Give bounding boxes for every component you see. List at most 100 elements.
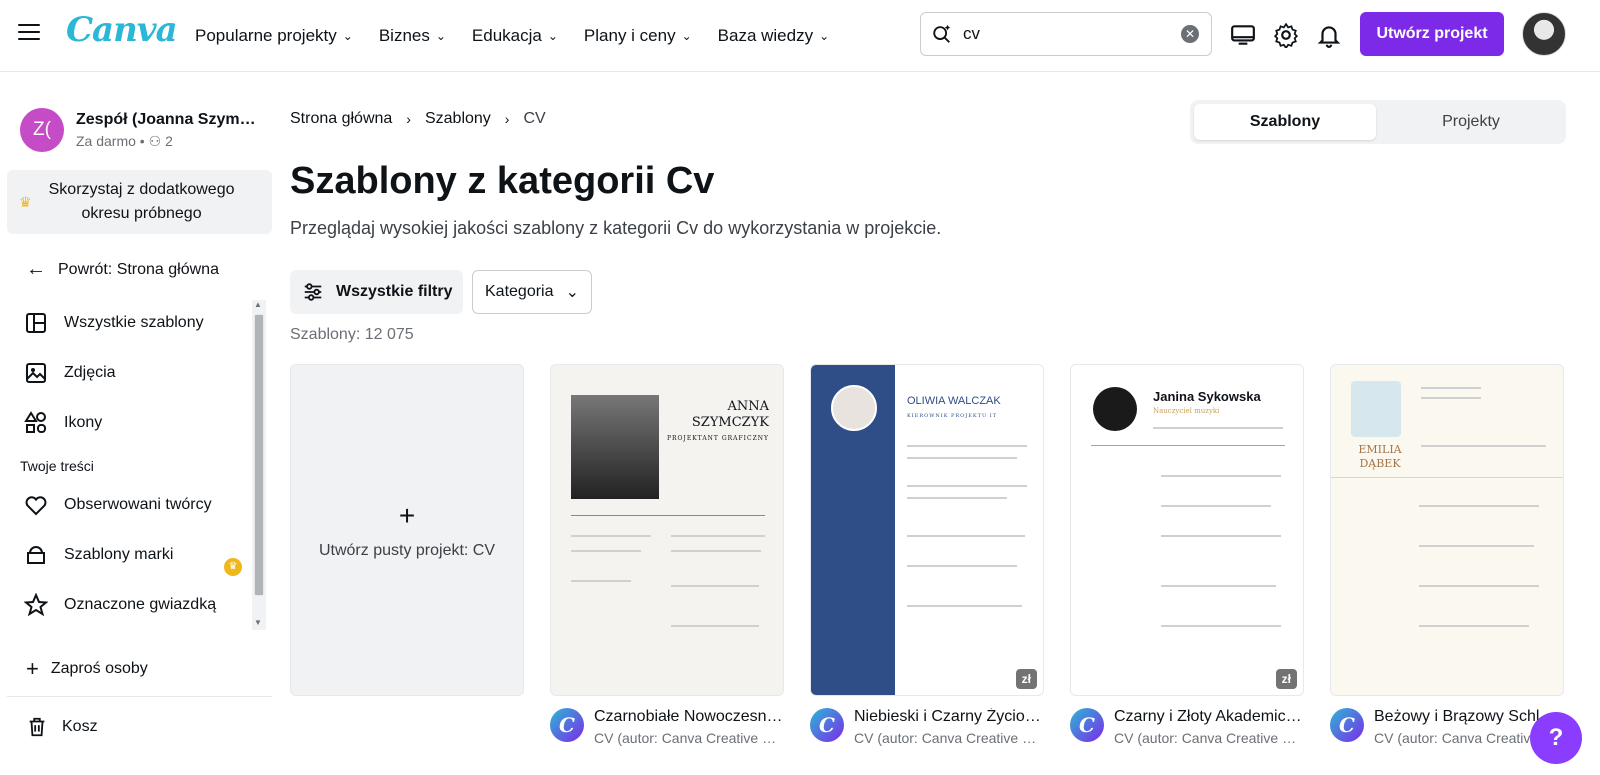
photo-placeholder bbox=[831, 385, 877, 431]
template-thumbnail[interactable]: OLIWIA WALCZAK KIEROWNIK PROJEKTU IT zł bbox=[810, 364, 1044, 696]
template-count: Szablony: 12 075 bbox=[290, 326, 414, 343]
canva-creator-avatar: C bbox=[550, 708, 584, 742]
breadcrumb-home[interactable]: Strona główna bbox=[290, 110, 392, 128]
search-box: ✕ bbox=[920, 12, 1212, 56]
nav-education[interactable]: Edukacja ⌄ bbox=[472, 26, 558, 46]
nav-popular-projects[interactable]: Popularne projekty ⌄ bbox=[195, 26, 353, 46]
sidebar-scrollbar[interactable]: ▲ ▼ bbox=[252, 300, 266, 630]
sidebar-divider bbox=[7, 696, 272, 697]
all-filters-button[interactable]: Wszystkie filtry bbox=[290, 270, 463, 314]
nav-knowledge-base[interactable]: Baza wiedzy ⌄ bbox=[718, 26, 830, 46]
premium-crown-icon: ♛ bbox=[224, 558, 242, 576]
arrow-left-icon: ← bbox=[26, 258, 46, 280]
plus-icon: + bbox=[398, 500, 416, 531]
template-card[interactable]: Janina Sykowska Nauczyciel muzyki zł C C… bbox=[1070, 364, 1304, 746]
sidebar: Z( Zespół (Joanna Szymańska) Za darmo • … bbox=[0, 72, 272, 775]
template-card[interactable]: ANNA SZYMCZYK PROJEKTANT GRAFICZNY C Cza… bbox=[550, 364, 784, 746]
bell-icon[interactable] bbox=[1316, 22, 1342, 48]
sidebar-item-all-templates[interactable]: Wszystkie szablony bbox=[20, 298, 250, 348]
people-icon: ⚇ bbox=[148, 132, 162, 149]
chevron-down-icon: ⌄ bbox=[681, 29, 692, 43]
category-dropdown[interactable]: Kategoria ⌄ bbox=[472, 270, 592, 314]
back-to-home-link[interactable]: ← Powrót: Strona główna bbox=[26, 258, 219, 281]
view-switcher: Szablony Projekty bbox=[1190, 100, 1566, 144]
template-author[interactable]: CV (autor: Canva Creative Studio) bbox=[854, 730, 1044, 746]
photo-placeholder bbox=[1351, 381, 1401, 437]
nav-business[interactable]: Biznes ⌄ bbox=[379, 26, 446, 46]
scroll-down-icon[interactable]: ▼ bbox=[254, 618, 262, 627]
template-card[interactable]: EMILIA DĄBEK C Beżowy i Brązowy Schludny… bbox=[1330, 364, 1564, 746]
sidebar-item-followed-creators[interactable]: Obserwowani twórcy bbox=[20, 480, 250, 530]
empty-project-card[interactable]: + Utwórz pusty projekt: CV bbox=[290, 364, 524, 696]
chevron-down-icon: ⌄ bbox=[547, 29, 558, 43]
nav-plans-pricing[interactable]: Plany i ceny ⌄ bbox=[584, 26, 692, 46]
crown-icon: ♛ bbox=[19, 193, 32, 210]
desktop-app-icon[interactable] bbox=[1230, 22, 1256, 48]
page-title: Szablony z kategorii Cv bbox=[290, 160, 715, 202]
image-icon bbox=[26, 363, 46, 383]
photo-placeholder bbox=[571, 395, 659, 499]
your-content-heading: Twoje treści bbox=[20, 458, 94, 474]
star-icon bbox=[24, 593, 48, 617]
clear-search-icon[interactable]: ✕ bbox=[1181, 25, 1199, 43]
scrollbar-thumb[interactable] bbox=[254, 314, 264, 596]
scroll-up-icon[interactable]: ▲ bbox=[254, 300, 262, 309]
tab-projects[interactable]: Projekty bbox=[1380, 104, 1562, 140]
canva-creator-avatar: C bbox=[1070, 708, 1104, 742]
magic-search-icon bbox=[933, 24, 951, 43]
template-thumbnail[interactable]: ANNA SZYMCZYK PROJEKTANT GRAFICZNY bbox=[550, 364, 784, 696]
template-title[interactable]: Czarnobiałe Nowoczesne CV bbox=[594, 708, 784, 726]
brand-kit-icon bbox=[27, 546, 45, 564]
canva-creator-avatar: C bbox=[1330, 708, 1364, 742]
canva-logo[interactable]: Canva bbox=[66, 10, 178, 50]
template-thumbnail[interactable]: EMILIA DĄBEK bbox=[1330, 364, 1564, 696]
chevron-down-icon: ⌄ bbox=[819, 29, 830, 43]
template-title[interactable]: Niebieski i Czarny Życiorys bbox=[854, 708, 1044, 726]
gear-icon[interactable] bbox=[1273, 22, 1299, 48]
canva-creator-avatar: C bbox=[810, 708, 844, 742]
help-button[interactable]: ? bbox=[1530, 712, 1582, 764]
template-thumbnail[interactable]: Janina Sykowska Nauczyciel muzyki zł bbox=[1070, 364, 1304, 696]
team-name: Zespół (Joanna Szymańska) bbox=[76, 110, 256, 128]
chevron-down-icon: ⌄ bbox=[435, 29, 446, 43]
heart-icon bbox=[25, 496, 47, 516]
breadcrumb: Strona główna › Szablony › CV bbox=[290, 110, 546, 128]
chevron-right-icon: › bbox=[406, 111, 411, 127]
trash-link[interactable]: Kosz bbox=[26, 716, 98, 738]
plus-icon: + bbox=[26, 656, 39, 681]
sidebar-item-brand-templates[interactable]: Szablony marki bbox=[20, 530, 250, 580]
sidebar-item-icons[interactable]: Ikony bbox=[20, 398, 250, 448]
chevron-down-icon: ⌄ bbox=[565, 284, 579, 301]
team-switcher[interactable]: Z( Zespół (Joanna Szymańska) Za darmo • … bbox=[20, 108, 256, 152]
team-plan-info: Za darmo • ⚇ 2 bbox=[76, 132, 173, 149]
chevron-right-icon: › bbox=[504, 111, 510, 127]
template-title[interactable]: Czarny i Złoty Akademicki CV bbox=[1114, 708, 1304, 726]
invite-people-button[interactable]: + Zaproś osoby bbox=[26, 656, 148, 682]
chevron-down-icon: ⌄ bbox=[342, 29, 353, 43]
template-grid: + Utwórz pusty projekt: CV ANNA SZYMCZYK… bbox=[290, 364, 1580, 775]
layout-icon bbox=[26, 313, 46, 333]
tab-templates[interactable]: Szablony bbox=[1194, 104, 1376, 140]
create-project-button[interactable]: Utwórz projekt bbox=[1360, 12, 1504, 56]
trial-banner[interactable]: ♛ Skorzystaj z dodatkowego okresu próbne… bbox=[7, 170, 272, 234]
search-input[interactable] bbox=[963, 24, 1163, 44]
main-nav: Popularne projekty ⌄ Biznes ⌄ Edukacja ⌄ Pl… bbox=[195, 0, 855, 72]
template-card[interactable]: OLIWIA WALCZAK KIEROWNIK PROJEKTU IT zł … bbox=[810, 364, 1044, 746]
sidebar-item-starred[interactable]: Oznaczone gwiazdką bbox=[20, 580, 250, 630]
sidebar-item-photos[interactable]: Zdjęcia bbox=[20, 348, 250, 398]
user-avatar[interactable] bbox=[1522, 12, 1566, 56]
sidebar-nav: Wszystkie szablony Zdjęcia Ikony Twoje t… bbox=[20, 298, 250, 630]
template-author[interactable]: CV (autor: Canva Creative Studio) bbox=[594, 730, 784, 746]
template-author[interactable]: CV (autor: Canva Creative Studio) bbox=[1114, 730, 1304, 746]
page-subtitle: Przeglądaj wysokiej jakości szablony z k… bbox=[290, 218, 942, 238]
sliders-icon bbox=[304, 283, 322, 301]
create-empty-project-button[interactable]: + Utwórz pusty projekt: CV bbox=[290, 364, 524, 696]
breadcrumb-cv: CV bbox=[523, 110, 546, 127]
trash-icon bbox=[29, 717, 45, 737]
breadcrumb-templates[interactable]: Szablony bbox=[425, 110, 491, 128]
price-badge: zł bbox=[1275, 669, 1297, 689]
menu-icon[interactable] bbox=[18, 24, 40, 42]
team-avatar: Z( bbox=[20, 108, 64, 152]
shapes-icon bbox=[24, 411, 46, 433]
top-bar: Canva Popularne projekty ⌄ Biznes ⌄ Edukac… bbox=[0, 0, 1600, 72]
